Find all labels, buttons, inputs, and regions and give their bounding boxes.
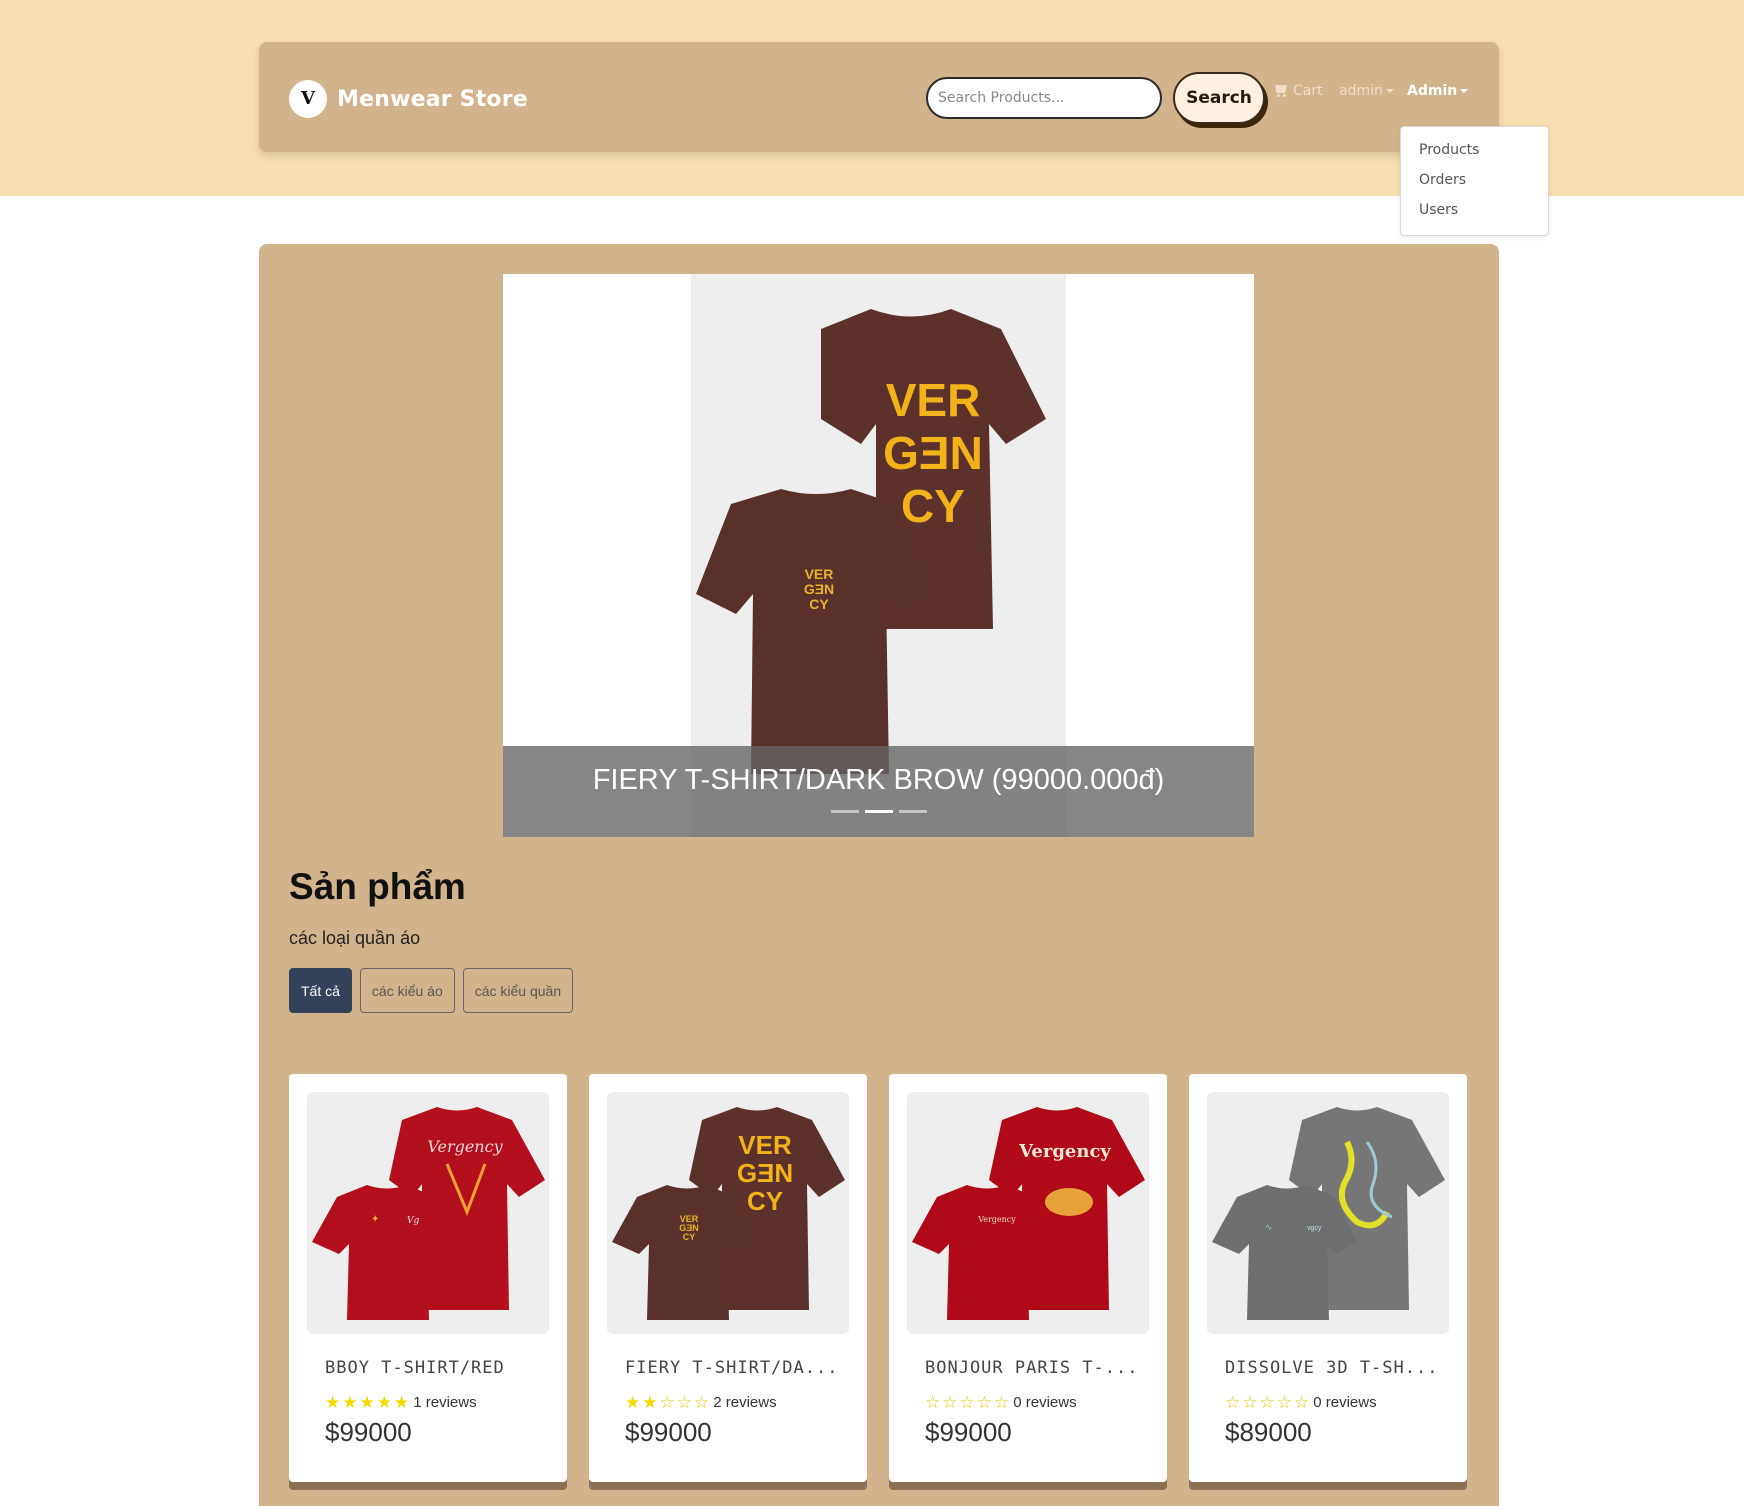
product-card[interactable]: Vergency ✦ Vg BBOY T-SHIRT/RED ★ ★ ★ ★ ★ 1 re… <box>289 1074 567 1482</box>
product-image[interactable]: ∿ vgcy <box>1207 1092 1449 1334</box>
product-rating: ★ ★ ☆ ☆ ☆ 2 reviews <box>625 1394 777 1411</box>
star-empty-icon: ☆ <box>1242 1393 1258 1412</box>
product-carousel[interactable]: VER GƎN CY VER GƎN CY FIERY T-SHIRT/DARK… <box>503 274 1254 837</box>
star-empty-icon: ☆ <box>1259 1393 1275 1412</box>
filter-pants-button[interactable]: các kiểu quần <box>462 968 574 1013</box>
brand-name: Menwear Store <box>337 86 528 112</box>
navbar: V Menwear Store Search Cart admin Admin <box>259 42 1499 152</box>
star-empty-icon: ☆ <box>694 1393 710 1412</box>
dropdown-item-orders[interactable]: Orders <box>1401 165 1548 195</box>
user-menu-label: admin <box>1339 83 1383 99</box>
product-image[interactable]: VER GƎN CY VER GƎN CY <box>607 1092 849 1334</box>
carousel-indicators <box>503 810 1254 813</box>
svg-text:CY: CY <box>683 1232 696 1242</box>
star-empty-icon: ☆ <box>676 1393 692 1412</box>
star-filled-icon: ★ <box>394 1393 410 1412</box>
product-price: $99000 <box>325 1417 412 1447</box>
product-name[interactable]: FIERY T-SHIRT/DA... <box>625 1358 838 1378</box>
product-image[interactable]: Vergency ✦ Vg <box>307 1092 549 1334</box>
svg-text:Vergency: Vergency <box>1018 1141 1111 1162</box>
star-filled-icon: ★ <box>625 1393 641 1412</box>
svg-text:GƎN: GƎN <box>737 1158 793 1188</box>
star-filled-icon: ★ <box>376 1393 392 1412</box>
svg-text:VER: VER <box>738 1130 792 1160</box>
admin-dropdown-menu: Products Orders Users <box>1400 126 1549 236</box>
section-title: Sản phẩm <box>289 866 466 907</box>
user-menu-toggle[interactable]: admin <box>1339 83 1394 99</box>
filter-tops-button[interactable]: các kiểu áo <box>359 968 455 1013</box>
svg-text:∿: ∿ <box>1265 1222 1273 1232</box>
search-button[interactable]: Search <box>1173 72 1265 124</box>
carousel-caption: FIERY T-SHIRT/DARK BROW (99000.000đ) <box>592 764 1165 796</box>
cart-icon <box>1273 84 1289 98</box>
svg-text:✦: ✦ <box>371 1214 379 1225</box>
star-empty-icon: ☆ <box>925 1393 941 1412</box>
star-filled-icon: ★ <box>642 1393 658 1412</box>
star-empty-icon: ☆ <box>1225 1393 1241 1412</box>
svg-text:Vg: Vg <box>407 1216 419 1226</box>
star-filled-icon: ★ <box>325 1393 341 1412</box>
star-filled-icon: ★ <box>342 1393 358 1412</box>
shirt-image: VER GƎN CY VER GƎN CY <box>612 1107 845 1320</box>
shirt-image: Vergency Vergency <box>912 1107 1145 1320</box>
carousel-indicator[interactable] <box>830 810 859 813</box>
svg-text:CY: CY <box>747 1186 783 1216</box>
review-count: 1 reviews <box>413 1394 477 1411</box>
product-rating: ☆ ☆ ☆ ☆ ☆ 0 reviews <box>1225 1394 1377 1411</box>
carousel-caption-bar: FIERY T-SHIRT/DARK BROW (99000.000đ) <box>503 746 1254 837</box>
product-price: $89000 <box>1225 1417 1312 1447</box>
dropdown-item-products[interactable]: Products <box>1401 135 1548 165</box>
product-grid: Vergency ✦ Vg BBOY T-SHIRT/RED ★ ★ ★ ★ ★ 1 re… <box>289 1074 1467 1482</box>
product-name[interactable]: BONJOUR PARIS T-... <box>925 1358 1138 1378</box>
star-empty-icon: ☆ <box>1276 1393 1292 1412</box>
product-price: $99000 <box>625 1417 712 1447</box>
star-filled-icon: ★ <box>359 1393 375 1412</box>
main-panel: VER GƎN CY VER GƎN CY FIERY T-SHIRT/DARK… <box>259 244 1499 1506</box>
product-image[interactable]: Vergency Vergency <box>907 1092 1149 1334</box>
caret-down-icon <box>1385 89 1394 93</box>
shirt-image: ∿ vgcy <box>1212 1107 1445 1320</box>
star-empty-icon: ☆ <box>959 1393 975 1412</box>
caret-down-icon <box>1460 89 1469 93</box>
search-input[interactable] <box>926 77 1162 119</box>
review-count: 0 reviews <box>1013 1394 1077 1411</box>
filter-all-button[interactable]: Tất cả <box>289 968 352 1013</box>
nav-cart-link[interactable]: Cart <box>1273 83 1323 99</box>
svg-text:VER: VER <box>886 374 981 426</box>
star-empty-icon: ☆ <box>659 1393 675 1412</box>
review-count: 2 reviews <box>713 1394 777 1411</box>
product-rating: ☆ ☆ ☆ ☆ ☆ 0 reviews <box>925 1394 1077 1411</box>
svg-text:Vergency: Vergency <box>427 1137 503 1156</box>
star-empty-icon: ☆ <box>942 1393 958 1412</box>
svg-text:Vergency: Vergency <box>977 1215 1016 1224</box>
svg-text:GƎN: GƎN <box>883 427 983 479</box>
section-subtitle: các loại quần áo <box>289 928 421 948</box>
star-empty-icon: ☆ <box>976 1393 992 1412</box>
category-filters: Tất cả các kiểu áo các kiểu quần <box>289 968 574 1013</box>
svg-text:CY: CY <box>901 480 965 532</box>
brand-logo-icon: V <box>289 80 327 118</box>
review-count: 0 reviews <box>1313 1394 1377 1411</box>
product-name[interactable]: BBOY T-SHIRT/RED <box>325 1358 505 1378</box>
star-empty-icon: ☆ <box>1294 1393 1310 1412</box>
product-card[interactable]: Vergency Vergency BONJOUR PARIS T-... ☆ ☆… <box>889 1074 1167 1482</box>
product-price: $99000 <box>925 1417 1012 1447</box>
svg-text:GƎN: GƎN <box>804 581 834 597</box>
product-card[interactable]: VER GƎN CY VER GƎN CY FIERY T-SHIRT/DA..… <box>589 1074 867 1482</box>
product-name[interactable]: DISSOLVE 3D T-SH... <box>1225 1358 1438 1378</box>
svg-text:VER: VER <box>805 566 834 582</box>
carousel-indicator-active[interactable] <box>864 810 893 813</box>
svg-text:vgcy: vgcy <box>1307 1225 1322 1232</box>
carousel-indicator[interactable] <box>898 810 927 813</box>
svg-text:CY: CY <box>809 596 829 612</box>
admin-menu-toggle[interactable]: Admin <box>1407 83 1469 99</box>
star-empty-icon: ☆ <box>994 1393 1010 1412</box>
product-card[interactable]: ∿ vgcy DISSOLVE 3D T-SH... ☆ ☆ ☆ ☆ ☆ 0 review… <box>1189 1074 1467 1482</box>
admin-menu-label: Admin <box>1407 83 1458 99</box>
cart-label: Cart <box>1293 83 1323 99</box>
shirt-image: Vergency ✦ Vg <box>312 1107 545 1320</box>
brand-link[interactable]: V Menwear Store <box>289 80 528 118</box>
dropdown-item-users[interactable]: Users <box>1401 195 1548 225</box>
product-rating: ★ ★ ★ ★ ★ 1 reviews <box>325 1394 477 1411</box>
